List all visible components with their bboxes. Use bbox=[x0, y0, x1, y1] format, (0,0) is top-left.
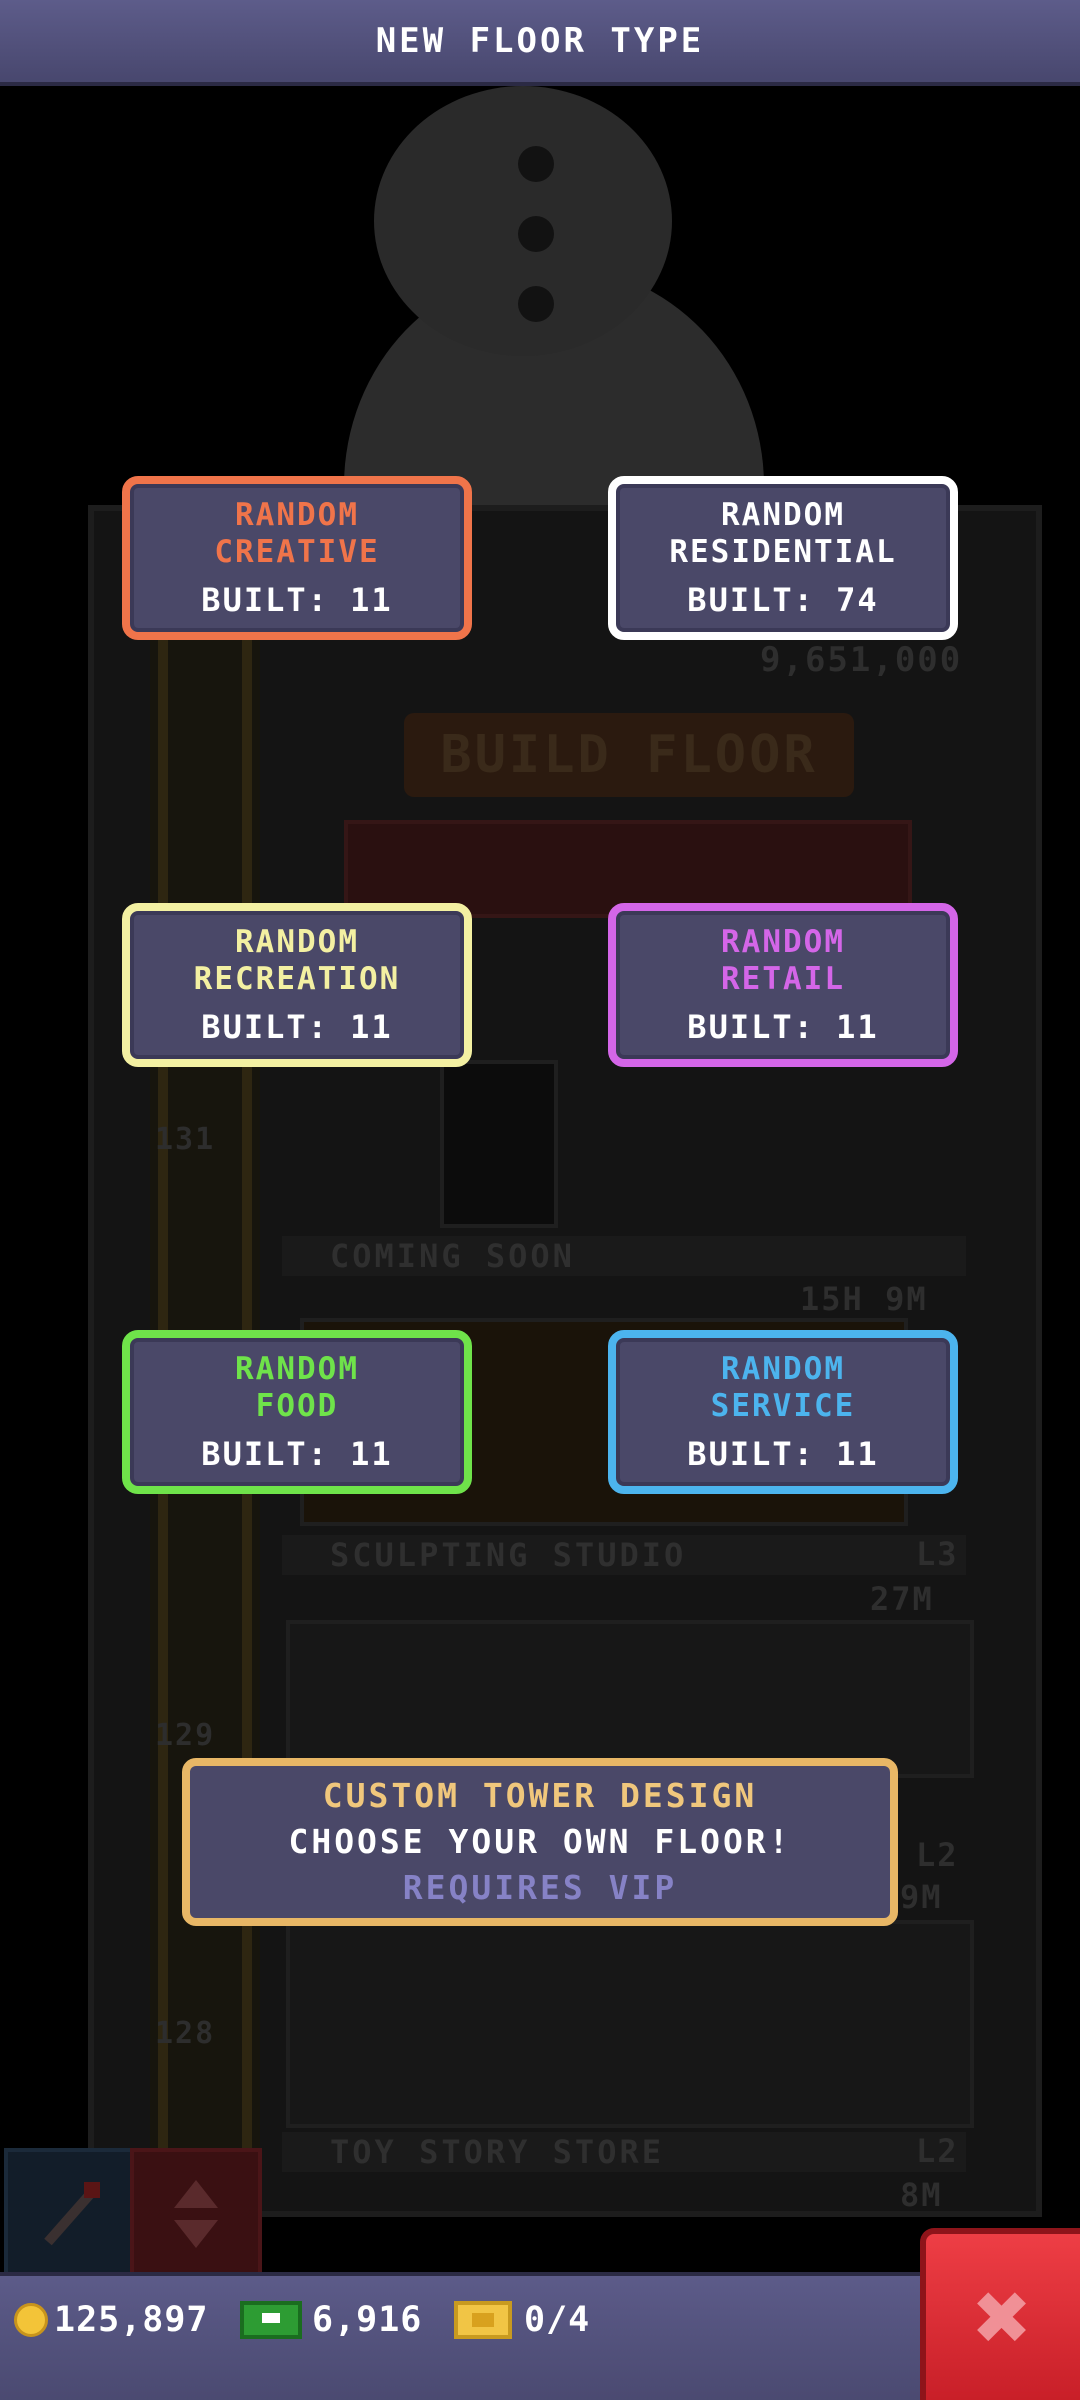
tower-bux-icon bbox=[240, 2301, 302, 2339]
bux-value: 6,916 bbox=[312, 2300, 423, 2340]
floor-type-name: RANDOM RECREATION bbox=[193, 924, 401, 997]
pick-icon bbox=[44, 2182, 100, 2246]
close-button[interactable]: ✖ bbox=[920, 2228, 1080, 2400]
built-count: BUILT: 11 bbox=[687, 1008, 879, 1046]
snowman-button bbox=[518, 146, 554, 182]
golden-ticket-icon bbox=[454, 2301, 512, 2339]
built-count: BUILT: 11 bbox=[687, 1435, 879, 1473]
floor-price: 9,651,000 bbox=[760, 640, 963, 680]
built-count: BUILT: 11 bbox=[201, 581, 393, 619]
tickets-display: 0/4 bbox=[454, 2300, 590, 2340]
timer-label: 15H 9M bbox=[800, 1280, 928, 1318]
amount-label: 9M bbox=[900, 1878, 943, 1916]
random-service-button[interactable]: RANDOM SERVICE BUILT: 11 bbox=[608, 1330, 958, 1494]
random-retail-button[interactable]: RANDOM RETAIL BUILT: 11 bbox=[608, 903, 958, 1067]
custom-design-title: CUSTOM TOWER DESIGN bbox=[322, 1776, 758, 1815]
random-food-button[interactable]: RANDOM FOOD BUILT: 11 bbox=[122, 1330, 472, 1494]
level-label: L3 bbox=[916, 1535, 959, 1573]
screen-title: NEW FLOOR TYPE bbox=[375, 21, 705, 61]
level-label: L2 bbox=[916, 2132, 959, 2170]
custom-tower-design-button[interactable]: CUSTOM TOWER DESIGN CHOOSE YOUR OWN FLOO… bbox=[182, 1758, 898, 1926]
coming-soon-label: COMING SOON bbox=[282, 1236, 966, 1276]
coins-value: 125,897 bbox=[54, 2300, 209, 2340]
built-count: BUILT: 74 bbox=[687, 581, 879, 619]
tickets-value: 0/4 bbox=[524, 2300, 591, 2340]
built-count: BUILT: 11 bbox=[201, 1008, 393, 1046]
snowman-button bbox=[518, 216, 554, 252]
level-label: L2 bbox=[916, 1836, 959, 1874]
coins-display: 125,897 bbox=[14, 2300, 209, 2340]
bux-display: 6,916 bbox=[240, 2300, 422, 2340]
floor-number: 128 bbox=[155, 2016, 216, 2051]
snowman-button bbox=[518, 286, 554, 322]
close-icon: ✖ bbox=[974, 2261, 1032, 2373]
floor-type-name: RANDOM RESIDENTIAL bbox=[669, 497, 897, 570]
sculpting-studio-label: SCULPTING STUDIO bbox=[282, 1535, 966, 1575]
floor-type-name: RANDOM SERVICE bbox=[710, 1351, 856, 1424]
pick-tool-button[interactable] bbox=[4, 2148, 136, 2280]
floor-number: 129 bbox=[155, 1718, 216, 1753]
sculpting-studio-room bbox=[286, 1620, 974, 1778]
coin-icon bbox=[14, 2303, 48, 2337]
amount-label: 27M bbox=[870, 1580, 934, 1618]
random-creative-button[interactable]: RANDOM CREATIVE BUILT: 11 bbox=[122, 476, 472, 640]
floor-room bbox=[286, 1920, 974, 2128]
custom-design-subtitle: CHOOSE YOUR OWN FLOOR! bbox=[288, 1822, 792, 1861]
random-residential-button[interactable]: RANDOM RESIDENTIAL BUILT: 74 bbox=[608, 476, 958, 640]
vip-requirement: REQUIRES VIP bbox=[402, 1868, 678, 1907]
build-floor-sign: BUILD FLOOR bbox=[404, 713, 854, 797]
floor-type-name: RANDOM CREATIVE bbox=[214, 497, 380, 570]
floor-type-name: RANDOM FOOD bbox=[235, 1351, 359, 1424]
toy-story-store-label: TOY STORY STORE bbox=[282, 2132, 966, 2172]
random-recreation-button[interactable]: RANDOM RECREATION BUILT: 11 bbox=[122, 903, 472, 1067]
title-bar: NEW FLOOR TYPE bbox=[0, 0, 1080, 86]
elevator-arrows-icon bbox=[174, 2180, 218, 2248]
elevator-button[interactable] bbox=[130, 2148, 262, 2280]
amount-label: 8M bbox=[900, 2176, 943, 2214]
built-count: BUILT: 11 bbox=[201, 1435, 393, 1473]
floor-type-name: RANDOM RETAIL bbox=[721, 924, 845, 997]
floor-number: 131 bbox=[155, 1122, 216, 1157]
door bbox=[440, 1060, 558, 1228]
